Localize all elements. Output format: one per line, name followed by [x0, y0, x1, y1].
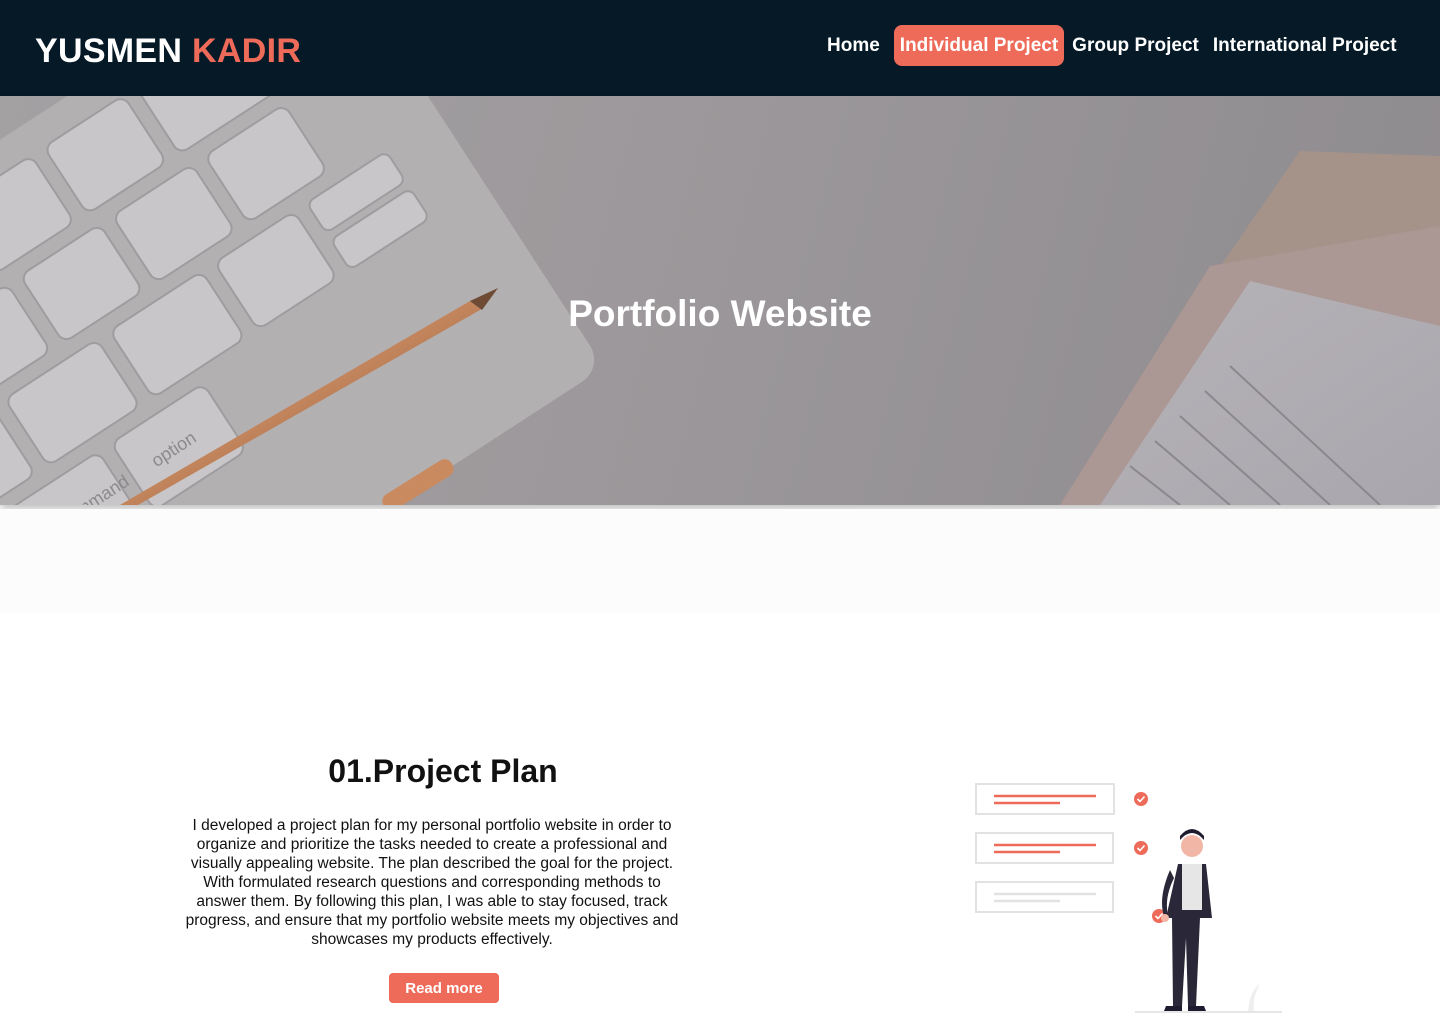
- read-more-button[interactable]: Read more: [389, 973, 499, 1003]
- spacer-band: [0, 509, 1440, 613]
- nav-international-project[interactable]: International Project: [1207, 25, 1403, 66]
- main-nav: Home Individual Project Group Project In…: [821, 25, 1405, 66]
- checklist-illustration: [975, 783, 1282, 1013]
- hero-banner: command option Portfolio Website: [0, 96, 1440, 505]
- nav-home[interactable]: Home: [821, 25, 886, 66]
- brand-first-name: YUSMEN: [35, 32, 183, 70]
- nav-group-project[interactable]: Group Project: [1066, 25, 1205, 66]
- checklist-card-3: [975, 881, 1166, 923]
- checklist-card-2: [975, 832, 1148, 864]
- brand-logo[interactable]: YUSMEN KADIR: [35, 30, 301, 72]
- navbar: YUSMEN KADIR Home Individual Project Gro…: [0, 0, 1440, 96]
- brand-last-name: KADIR: [192, 32, 302, 70]
- project-section: 01.Project Plan I developed a project pl…: [0, 613, 1440, 1024]
- checklist-card-1: [975, 783, 1148, 815]
- nav-individual-project[interactable]: Individual Project: [893, 25, 1065, 66]
- project-title: 01.Project Plan: [328, 753, 558, 789]
- hero-title: Portfolio Website: [568, 293, 872, 334]
- person-figure: [1161, 829, 1212, 1011]
- project-description: I developed a project plan for my person…: [185, 817, 679, 948]
